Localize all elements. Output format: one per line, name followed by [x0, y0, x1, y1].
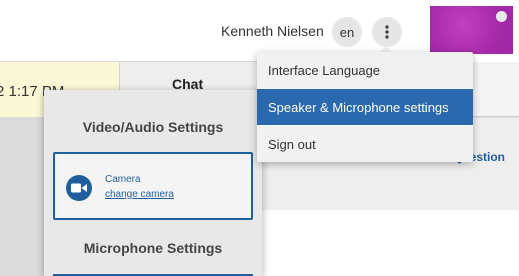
- video-audio-heading: Video/Audio Settings: [82, 119, 224, 135]
- menu-item-speaker-microphone[interactable]: Speaker & Microphone settings: [257, 89, 473, 125]
- message-panel: [262, 210, 519, 276]
- user-dropdown-menu: Interface Language Speaker & Microphone …: [257, 52, 473, 162]
- video-status-dot: [496, 11, 507, 22]
- video-camera-icon: [66, 175, 92, 201]
- vertical-dots-icon: [385, 25, 389, 39]
- more-options-button[interactable]: [372, 17, 402, 47]
- av-settings-panel: Video/Audio Settings Camera change camer…: [44, 90, 262, 276]
- self-video-feed: [430, 6, 513, 54]
- language-button[interactable]: en: [332, 17, 362, 47]
- language-code: en: [339, 24, 355, 40]
- menu-item-sign-out[interactable]: Sign out: [257, 126, 473, 162]
- microphone-heading: Microphone Settings: [83, 240, 223, 256]
- camera-title: Camera: [105, 174, 141, 185]
- change-camera-link[interactable]: change camera: [105, 189, 174, 200]
- menu-item-interface-language[interactable]: Interface Language: [257, 52, 473, 88]
- user-name[interactable]: Kenneth Nielsen: [221, 23, 324, 39]
- camera-card[interactable]: Camera change camera: [53, 152, 253, 220]
